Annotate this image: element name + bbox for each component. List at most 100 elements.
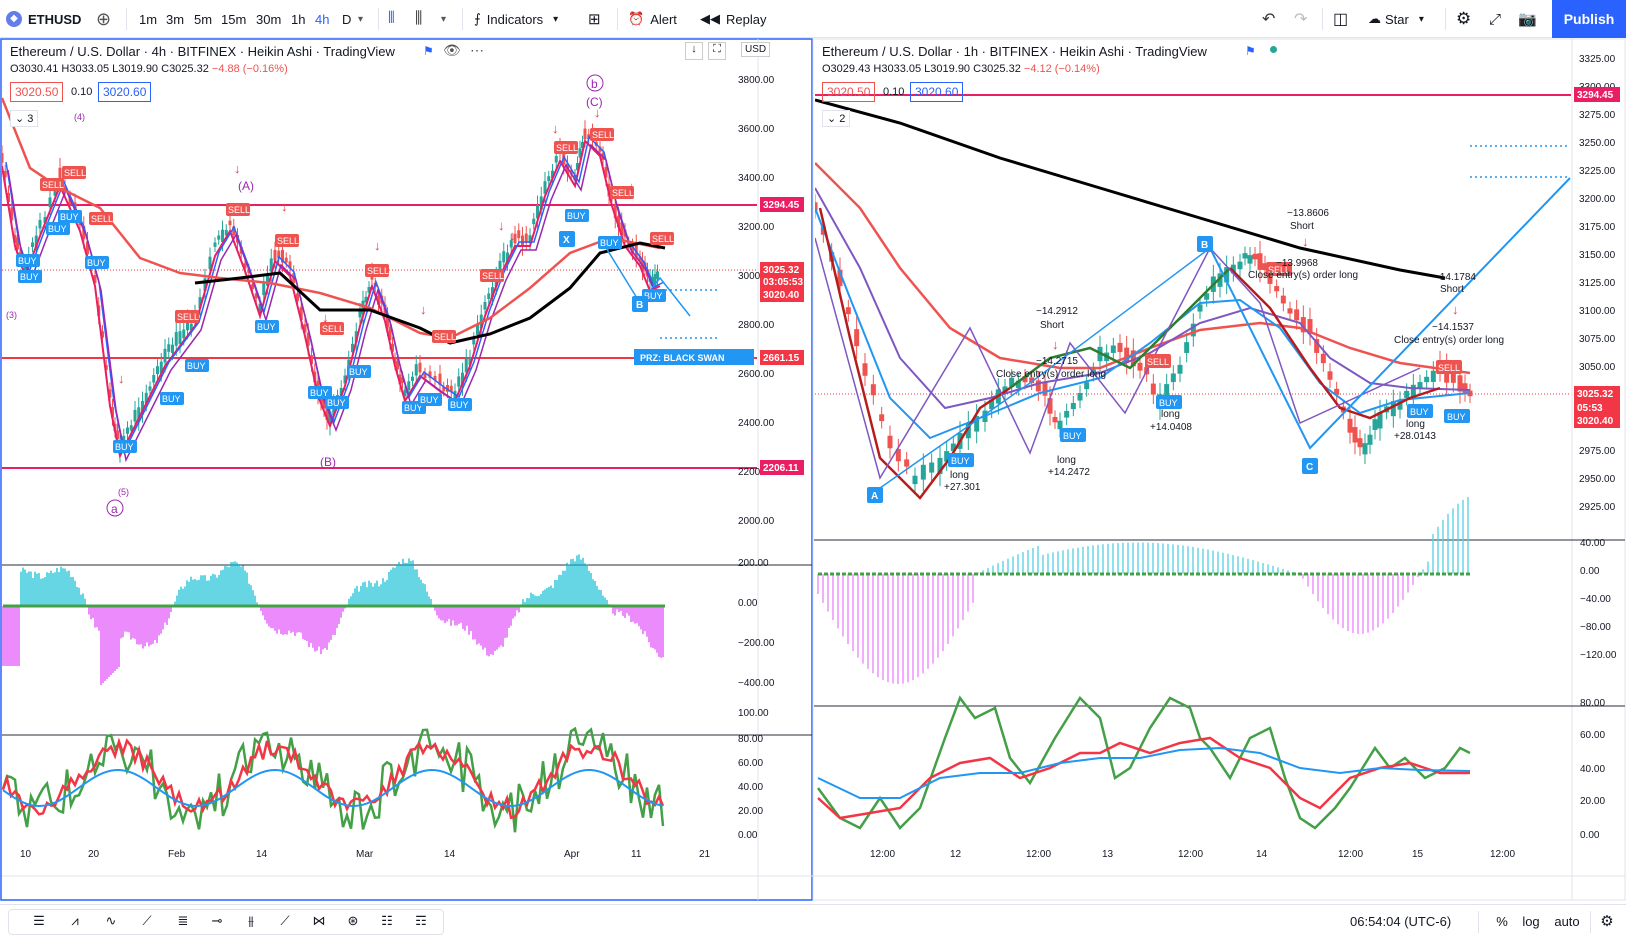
fib-tool-icon[interactable]: ≣ xyxy=(170,905,196,937)
chart-type-chevron-icon[interactable]: ▾ xyxy=(441,0,446,38)
maximize-icon[interactable]: ⛶ xyxy=(708,42,726,60)
right-buy-label: BUY xyxy=(1410,407,1429,417)
horizontal-ray-icon[interactable]: ⊸ xyxy=(204,905,230,937)
right-y-tick: 3100.00 xyxy=(1579,306,1616,317)
undo-icon[interactable]: ↶ xyxy=(1262,0,1275,38)
left-candle xyxy=(583,128,587,140)
right-x-tick: 13 xyxy=(1102,849,1114,860)
right-x-tick: 12:00 xyxy=(1178,849,1203,860)
right-candle xyxy=(1430,370,1436,382)
left-sell-arrow: ↓ xyxy=(374,238,381,253)
left-collapse-toggle[interactable]: ⌄ 3 xyxy=(10,110,39,127)
right-sell-label: SELL xyxy=(1438,363,1460,373)
right-candle xyxy=(1257,253,1263,270)
left-buy-label: BUY xyxy=(600,238,619,248)
left-buy-label: BUY xyxy=(87,258,106,268)
right-candle xyxy=(1117,342,1123,353)
line-tool-icon[interactable]: ⟋ xyxy=(134,905,160,937)
currency-select[interactable]: USD xyxy=(741,42,771,57)
chart-settings-gear-icon[interactable]: ⚙ xyxy=(1596,905,1618,937)
flag-icon[interactable]: ⚑ xyxy=(423,44,434,58)
bars-tool-icon[interactable]: ⫵ xyxy=(238,905,264,937)
ray-tool-icon[interactable]: ⟋ xyxy=(272,905,298,937)
bar-style-icon[interactable]: ⫴ xyxy=(388,0,395,38)
right-candle xyxy=(1327,371,1333,380)
right-candle xyxy=(1137,362,1143,371)
prediction-tool-icon[interactable]: ☶ xyxy=(408,905,434,937)
left-candle xyxy=(532,218,536,225)
auto-toggle[interactable]: auto xyxy=(1552,905,1582,937)
position-tool-icon[interactable]: ☷ xyxy=(374,905,400,937)
right-candle xyxy=(887,435,893,449)
right-sell-price[interactable]: 3020.50 xyxy=(822,82,876,102)
right-trade-note: long xyxy=(1406,419,1425,430)
right-candle xyxy=(1357,438,1363,448)
interval-30m[interactable]: 30m xyxy=(256,0,281,38)
left-candle xyxy=(48,197,52,207)
interval-4h[interactable]: 4h xyxy=(315,0,329,38)
fullscreen-icon[interactable]: ⤢ xyxy=(1489,0,1501,38)
interval-d[interactable]: D xyxy=(342,0,351,38)
left-candle xyxy=(174,331,178,346)
interval-15m[interactable]: 15m xyxy=(221,0,246,38)
trend-tool-icon[interactable]: ⩘ xyxy=(62,905,88,937)
settings-gear-icon[interactable]: ⚙ xyxy=(1456,0,1471,38)
right-candle xyxy=(845,307,851,315)
left-candle xyxy=(517,230,521,239)
right-y-tick: 3250.00 xyxy=(1579,138,1616,149)
pattern-tool-icon[interactable]: ⋈ xyxy=(306,905,332,937)
layout-split-icon[interactable]: ◫ xyxy=(1333,0,1348,38)
spiral-tool-icon[interactable]: ⊛ xyxy=(340,905,366,937)
log-toggle[interactable]: log xyxy=(1520,905,1542,937)
interval-3m[interactable]: 3m xyxy=(166,0,184,38)
right-y-tick: 3225.00 xyxy=(1579,166,1616,177)
right-candle xyxy=(879,414,885,422)
camera-icon[interactable]: 📷 xyxy=(1518,0,1537,38)
left-sell-arrow: ↓ xyxy=(552,121,559,136)
right-y-tick: 3125.00 xyxy=(1579,278,1616,289)
clock-display[interactable]: 06:54:04 (UTC-6) xyxy=(1350,905,1470,937)
left-sell-label: SELL xyxy=(64,168,86,178)
right-candle xyxy=(1372,419,1378,430)
eye-icon[interactable]: 👁 xyxy=(443,42,461,59)
alert-clock-icon: ⏰ xyxy=(628,11,645,26)
add-symbol-icon[interactable]: ⊕ xyxy=(96,0,111,38)
wave-tool-icon[interactable]: ∿ xyxy=(98,905,124,937)
interval-1h[interactable]: 1h xyxy=(291,0,305,38)
interval-5m[interactable]: 5m xyxy=(194,0,212,38)
scroll-down-icon[interactable]: ↓ xyxy=(685,42,703,60)
candle-type-icon[interactable]: ⫼ xyxy=(415,0,422,38)
left-candle xyxy=(31,242,34,248)
left-candle xyxy=(483,301,487,310)
left-buy-label: BUY xyxy=(450,400,469,410)
templates-grid-icon[interactable]: ⊞ xyxy=(588,0,601,38)
symbol-search[interactable]: ◆ ETHUSD xyxy=(6,0,81,38)
left-osc2-tick: 20.00 xyxy=(738,806,763,817)
indicators-button[interactable]: ⨍ Indicators ▾ xyxy=(474,0,558,38)
right-trade-note: −14.1784 xyxy=(1434,272,1476,283)
left-buy-price[interactable]: 3020.60 xyxy=(98,82,152,102)
more-icon[interactable]: ⋯ xyxy=(470,42,484,59)
star-button[interactable]: ☁ Star ▾ xyxy=(1368,0,1424,38)
right-trade-note: −14.2912 xyxy=(1036,306,1078,317)
right-y-tick: 3150.00 xyxy=(1579,250,1616,261)
publish-button[interactable]: Publish xyxy=(1552,0,1626,38)
percent-toggle[interactable]: % xyxy=(1494,905,1510,937)
menu-lines-icon[interactable]: ☰ xyxy=(26,905,52,937)
right-buy-price[interactable]: 3020.60 xyxy=(910,82,964,102)
replay-button[interactable]: ◀◀ Replay xyxy=(700,0,766,38)
intervals-chevron-icon[interactable]: ▾ xyxy=(358,0,363,38)
alert-button[interactable]: ⏰ Alert xyxy=(628,0,677,38)
left-candle xyxy=(156,366,159,375)
left-candle xyxy=(554,156,558,163)
interval-1m[interactable]: 1m xyxy=(139,0,157,38)
left-sell-price[interactable]: 3020.50 xyxy=(10,82,64,102)
right-collapse-toggle[interactable]: ⌄ 2 xyxy=(822,110,851,127)
left-point-b: B xyxy=(636,300,643,311)
left-buy-label: BUY xyxy=(60,212,79,222)
left-price-tag-c: 2206.11 xyxy=(763,463,799,474)
flag-icon-right[interactable]: ⚑ xyxy=(1245,44,1256,58)
left-candle xyxy=(656,271,659,279)
right-trade-note: long xyxy=(950,470,969,481)
redo-icon[interactable]: ↷ xyxy=(1294,0,1307,38)
